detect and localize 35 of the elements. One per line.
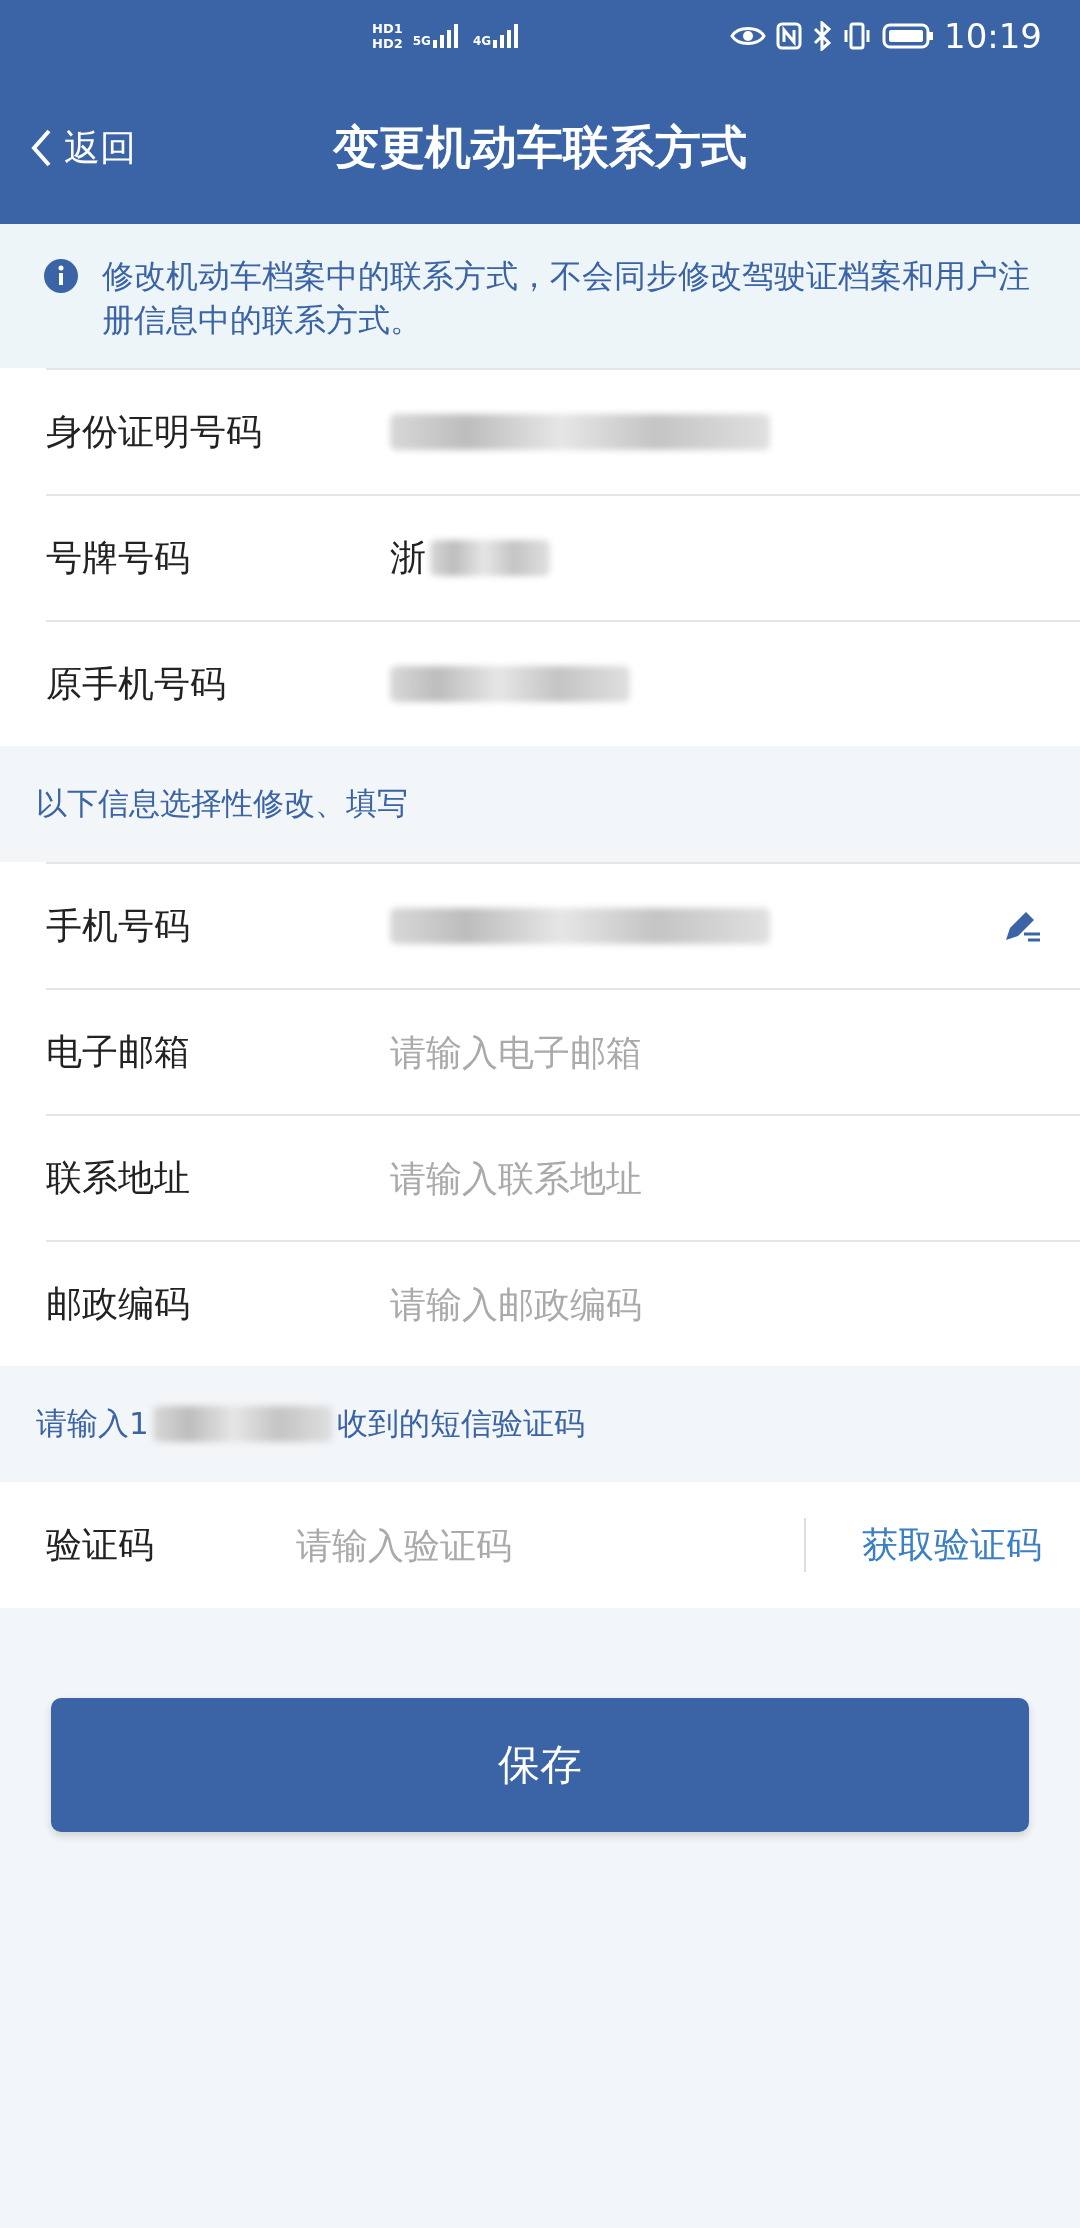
network-label: 5G <box>412 34 431 48</box>
vibrate-icon <box>842 21 872 51</box>
clock-time: 10:19 <box>944 16 1042 56</box>
input-field[interactable]: 请输入验证码 <box>296 1524 804 1566</box>
sim-label: HD2 <box>372 36 403 51</box>
signal-icon <box>432 24 459 48</box>
save-button[interactable]: 保存 <box>51 1698 1029 1832</box>
signal-icon <box>493 24 520 48</box>
get-code-link[interactable]: 获取验证码 <box>862 1520 1042 1570</box>
chevron-left-icon <box>30 128 52 168</box>
field-label: 验证码 <box>46 1522 155 1567</box>
field-label: 号牌号码 <box>46 535 191 580</box>
field-label: 身份证明号码 <box>46 409 263 454</box>
bluetooth-icon <box>812 21 832 51</box>
section-label: 请输入1 <box>36 1404 149 1443</box>
battery-icon <box>882 23 934 49</box>
page-title: 变更机动车联系方式 <box>333 120 747 174</box>
network-label: 4G <box>472 34 492 48</box>
field-label: 原手机号码 <box>46 661 227 706</box>
back-button[interactable]: 返回 <box>30 123 136 173</box>
nfc-icon <box>776 22 802 50</box>
notice-text: 修改机动车档案中的联系方式，不会同步修改驾驶证档案和用户注册信息中的联系方式。 <box>102 256 1031 341</box>
field-label: 电子邮箱 <box>46 1029 191 1074</box>
input-field[interactable]: 请输入联系地址 <box>390 1157 1042 1199</box>
input-field[interactable]: 请输入邮政编码 <box>390 1283 1042 1325</box>
section-label: 以下信息选择性修改、填写 <box>36 784 408 823</box>
section-label: 收到的短信验证码 <box>336 1404 585 1443</box>
field-value: 浙 <box>390 535 426 580</box>
field-label: 手机号码 <box>46 903 191 948</box>
info-icon <box>44 259 78 293</box>
sim-label: HD1 <box>372 21 403 36</box>
field-label: 邮政编码 <box>46 1281 191 1326</box>
input-field[interactable]: 请输入电子邮箱 <box>390 1031 1042 1073</box>
field-label: 联系地址 <box>46 1155 191 1200</box>
eye-icon <box>730 24 766 48</box>
